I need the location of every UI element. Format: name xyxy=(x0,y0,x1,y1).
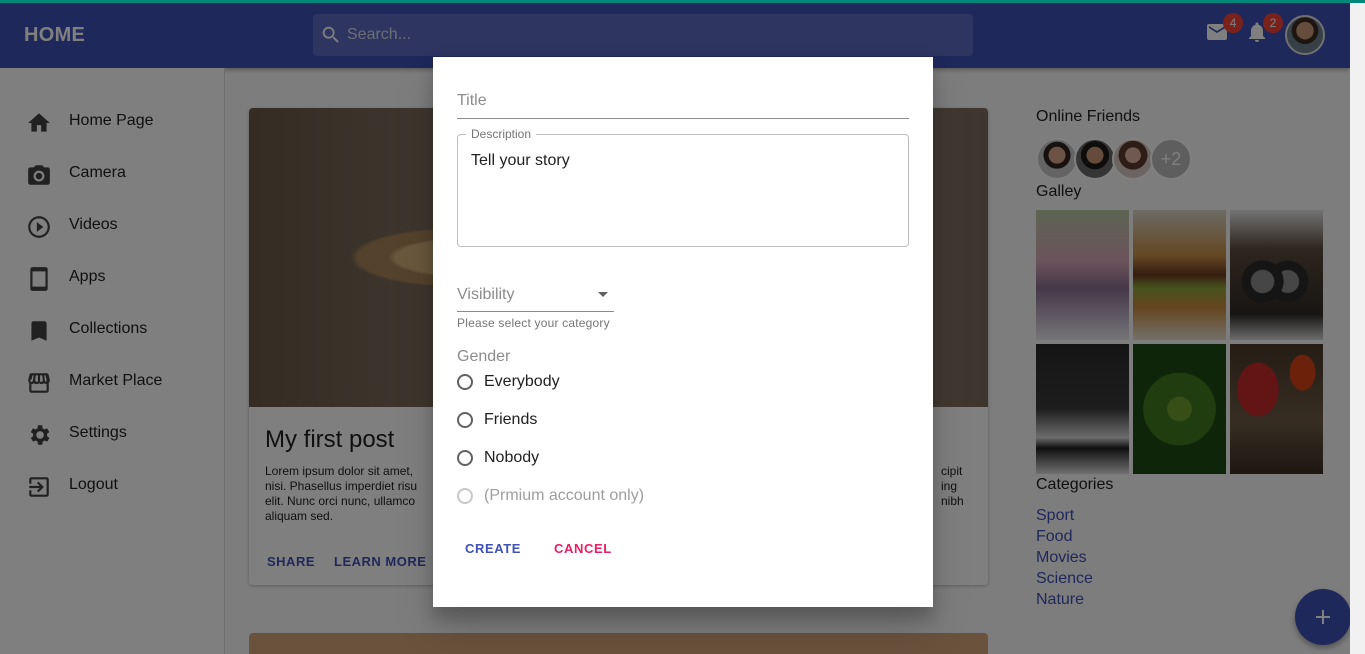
visibility-helper-text: Please select your category xyxy=(457,316,610,330)
radio-label: Nobody xyxy=(484,449,540,466)
create-button[interactable]: CREATE xyxy=(465,541,521,559)
title-field[interactable] xyxy=(457,87,909,119)
create-post-dialog: Description Tell your story Visibility P… xyxy=(433,57,933,607)
top-accent-line xyxy=(0,0,1365,3)
radio-label: Friends xyxy=(484,411,538,428)
radio-nobody[interactable]: Nobody xyxy=(457,444,757,474)
title-input[interactable] xyxy=(457,87,909,115)
radio-friends[interactable]: Friends xyxy=(457,406,757,436)
radio-label: (Prmium account only) xyxy=(484,487,645,504)
visibility-value: Visibility xyxy=(457,286,515,303)
radio-label: Everybody xyxy=(484,373,560,390)
radio-premium-disabled: (Prmium account only) xyxy=(457,482,757,512)
description-label: Description xyxy=(466,127,537,141)
radio-circle-icon[interactable] xyxy=(457,450,473,466)
radio-circle-icon[interactable] xyxy=(457,412,473,428)
radio-circle-icon xyxy=(457,488,473,504)
page-scrollbar[interactable] xyxy=(1350,0,1365,654)
radio-circle-icon[interactable] xyxy=(457,374,473,390)
visibility-select[interactable]: Visibility xyxy=(457,282,614,312)
gender-label: Gender xyxy=(457,348,511,365)
chevron-down-icon xyxy=(598,292,608,297)
radio-everybody[interactable]: Everybody xyxy=(457,368,757,398)
description-input[interactable]: Tell your story xyxy=(471,152,891,232)
description-field[interactable]: Description Tell your story xyxy=(457,127,909,247)
cancel-button[interactable]: CANCEL xyxy=(554,541,612,559)
